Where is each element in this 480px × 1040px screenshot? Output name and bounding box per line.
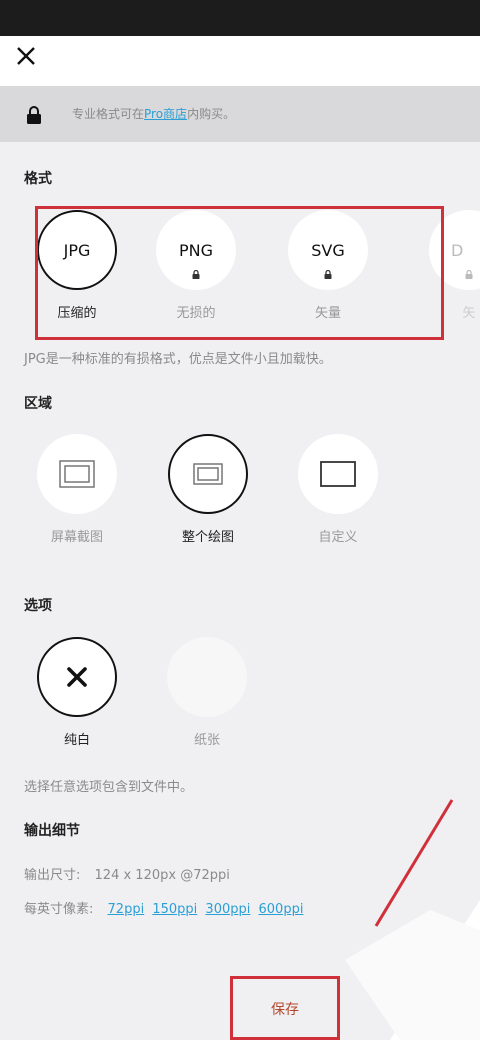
format-name: PNG — [178, 240, 213, 260]
output-size-value: 124 x 120px @72ppi — [94, 868, 230, 883]
pro-store-link[interactable]: Pro商店 — [144, 107, 187, 121]
lock-icon — [324, 270, 332, 279]
x-icon — [67, 667, 87, 687]
format-circle: SVG — [288, 210, 368, 290]
format-label: 矢量 — [314, 306, 341, 321]
annotation-overlay — [345, 799, 480, 1040]
area-circle — [168, 434, 248, 514]
format-section-title: 格式 — [24, 171, 52, 187]
close-button[interactable] — [14, 44, 38, 68]
option-circle — [37, 637, 117, 717]
custom-frame-icon — [320, 461, 356, 487]
area-section-title: 区域 — [24, 396, 52, 412]
whole-drawing-frame-icon — [193, 463, 223, 485]
status-bar — [0, 0, 480, 36]
format-label: 压缩的 — [57, 306, 97, 321]
format-description: JPG是一种标准的有损格式，优点是文件小且加载快。 — [24, 352, 332, 367]
area-circle — [298, 434, 378, 514]
ppi-option-300[interactable]: 300ppi — [205, 902, 250, 917]
format-label: 矢 — [462, 306, 476, 321]
light-corner-shape — [345, 910, 480, 1040]
annotation-arrow-line — [374, 799, 454, 927]
ppi-option-150[interactable]: 150ppi — [152, 902, 197, 917]
output-size-row: 输出尺寸: 124 x 120px @72ppi — [24, 864, 230, 883]
option-label: 纯白 — [63, 733, 90, 748]
ppi-row: 每英寸像素: 72ppi 150ppi 300ppi 600ppi — [24, 898, 307, 917]
ppi-label: 每英寸像素: — [24, 902, 94, 917]
area-label: 整个绘图 — [181, 530, 234, 545]
save-button[interactable]: 保存 — [232, 978, 338, 1040]
area-label: 自定义 — [318, 530, 358, 545]
format-name: SVG — [311, 240, 345, 260]
ppi-option-72[interactable]: 72ppi — [108, 902, 145, 917]
format-label: 无损的 — [176, 306, 216, 321]
close-icon — [17, 47, 35, 65]
lock-icon — [27, 106, 41, 124]
format-circle: D — [429, 210, 480, 290]
output-size-label: 输出尺寸: — [24, 868, 81, 883]
format-circle: PNG — [156, 210, 236, 290]
option-label: 纸张 — [193, 733, 220, 748]
format-name: JPG — [63, 240, 91, 260]
lock-icon — [192, 270, 200, 279]
format-circle: JPG — [37, 210, 117, 290]
ppi-option-600[interactable]: 600ppi — [259, 902, 304, 917]
output-section-title: 输出细节 — [24, 823, 80, 839]
pro-banner: 专业格式可在Pro商店内购买。 — [0, 86, 480, 142]
lock-icon — [465, 270, 473, 279]
paper-swatch — [167, 637, 247, 717]
area-label: 屏幕截图 — [50, 530, 103, 545]
top-bar — [0, 36, 480, 86]
format-name: D — [451, 240, 464, 260]
options-section-title: 选项 — [24, 598, 52, 614]
screenshot-frame-icon — [59, 460, 95, 488]
white-corner-shape — [390, 900, 480, 1040]
options-description: 选择任意选项包含到文件中。 — [24, 780, 194, 795]
banner-message: 专业格式可在Pro商店内购买。 — [72, 107, 236, 121]
area-circle — [37, 434, 117, 514]
format-options-row: JPG 压缩的 PNG 无损的 SVG 矢量 D 矢 — [0, 200, 480, 340]
